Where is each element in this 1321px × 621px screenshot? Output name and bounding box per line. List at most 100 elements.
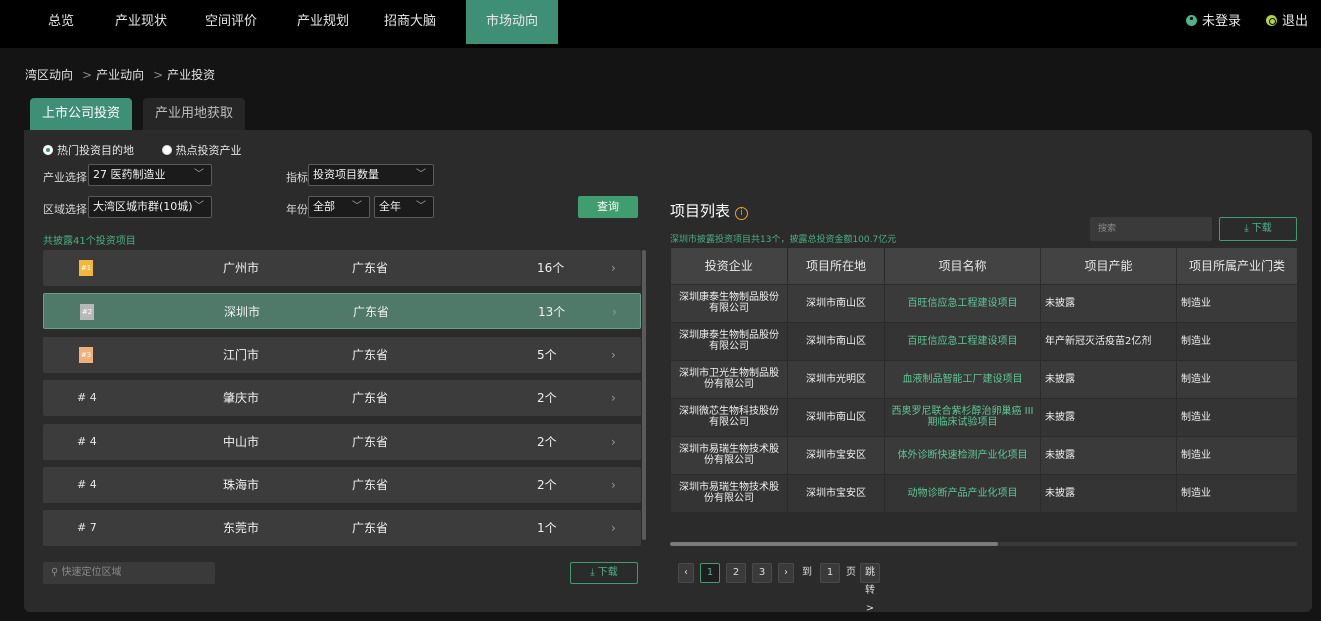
login-link[interactable]: 未登录	[1186, 0, 1241, 44]
page-button[interactable]: 3	[752, 563, 772, 583]
ranking-province: 广东省	[352, 435, 389, 449]
nav-item-investment-brain[interactable]: 招商大脑	[374, 0, 446, 44]
ranking-count: 16个	[537, 261, 565, 275]
ranking-row[interactable]: # 7 东莞市 广东省 1个 ›	[43, 510, 641, 546]
radio-unchecked-icon	[161, 145, 172, 155]
metric-select[interactable]: 投资项目数量 ﹀	[308, 164, 434, 186]
project-table: 投资企业 项目所在地 项目名称 项目产能 项目所属产业门类 深圳康泰生物制品股份…	[670, 248, 1298, 513]
ranking-city: 珠海市	[223, 478, 260, 492]
ranking-count: 5个	[537, 348, 557, 362]
ranking-province: 广东省	[352, 348, 389, 362]
prev-page-button[interactable]: ‹	[678, 563, 694, 583]
table-horizontal-scrollbar[interactable]	[670, 542, 1297, 546]
page-button[interactable]: 2	[726, 563, 746, 583]
ranking-city: 肇庆市	[223, 391, 260, 405]
cell-capacity: 年产新冠灭活疫苗2亿剂	[1040, 321, 1177, 361]
rank-medal-icon: #1	[79, 260, 93, 276]
project-summary-note: 深圳市披露投资项目共13个，披露总投资金额100.7亿元	[670, 235, 897, 245]
cell-project-link[interactable]: 西奥罗尼联合紫杉醇治卵巢癌 III 期临床试验项目	[884, 397, 1041, 437]
nav-item-market-trends[interactable]: 市场动向	[466, 0, 558, 44]
cell-capacity: 未披露	[1040, 359, 1177, 399]
cell-company: 深圳市卫光生物制品股份有限公司	[670, 359, 788, 399]
cell-project-link[interactable]: 体外诊断快速检测产业化项目	[884, 435, 1041, 475]
chevron-down-icon: ﹀	[194, 201, 204, 212]
chevron-right-icon: ›	[611, 478, 616, 492]
ranking-city: 广州市	[223, 261, 260, 275]
industry-label: 产业选择	[43, 171, 87, 184]
cell-project-link[interactable]: 百旺信应急工程建设项目	[884, 321, 1041, 361]
radio-hot-industries[interactable]: 热点投资产业	[161, 144, 242, 157]
year-select[interactable]: 全部 ﹀	[308, 196, 370, 218]
project-search-input[interactable]: 搜索	[1090, 217, 1212, 241]
region-select[interactable]: 大湾区城市群(10城) ﹀	[88, 196, 212, 218]
breadcrumb-item[interactable]: 产业动向	[96, 68, 144, 82]
ranking-row[interactable]: #3 江门市 广东省 5个 ›	[43, 337, 641, 373]
cell-location: 深圳市南山区	[787, 397, 885, 437]
cell-company: 深圳市易瑞生物技术股份有限公司	[670, 435, 788, 475]
period-select[interactable]: 全年 ﹀	[374, 196, 434, 218]
goto-page-input[interactable]: 1	[820, 563, 840, 583]
region-search-input[interactable]: ⚲ 快速定位区域	[43, 562, 215, 584]
info-icon[interactable]: i	[735, 207, 749, 220]
next-page-button[interactable]: ›	[778, 563, 794, 583]
period-select-value: 全年	[379, 200, 401, 213]
region-label: 区域选择	[43, 203, 87, 216]
nav-item-industry-status[interactable]: 产业现状	[106, 0, 176, 44]
cell-project-link[interactable]: 百旺信应急工程建设项目	[884, 283, 1041, 323]
ranking-province: 广东省	[352, 261, 389, 275]
scrollbar-thumb[interactable]	[670, 542, 998, 546]
chevron-down-icon: ﹀	[194, 169, 204, 180]
column-header[interactable]: 项目产能	[1040, 248, 1177, 284]
region-select-value: 大湾区城市群(10城)	[93, 200, 193, 213]
page-button[interactable]: 1	[700, 563, 720, 583]
ranking-row[interactable]: #1 广州市 广东省 16个 ›	[43, 250, 641, 286]
chevron-right-icon: ›	[611, 435, 616, 449]
project-download-button[interactable]: ⤓ 下载	[1219, 217, 1297, 241]
ranking-city: 江门市	[223, 348, 260, 362]
cell-company: 深圳康泰生物制品股份有限公司	[670, 321, 788, 361]
chevron-down-icon: ﹀	[416, 201, 426, 212]
radio-label: 热点投资产业	[175, 144, 242, 157]
tab-industrial-land[interactable]: 产业用地获取	[143, 98, 246, 130]
ranking-row[interactable]: # 4 中山市 广东省 2个 ›	[43, 424, 641, 460]
search-icon: ⚲	[51, 567, 62, 578]
ranking-download-button[interactable]: ⤓ 下载	[570, 562, 638, 584]
total-projects-note: 共披露41个投资项目	[43, 236, 136, 247]
breadcrumb-item[interactable]: 湾区动向	[25, 68, 73, 82]
chevron-down-icon: ﹀	[416, 169, 426, 180]
radio-hot-destinations[interactable]: 热门投资目的地	[43, 144, 134, 157]
ranking-count: 2个	[537, 478, 557, 492]
table-row: 深圳康泰生物制品股份有限公司 深圳市南山区 百旺信应急工程建设项目 年产新冠灭活…	[670, 321, 1298, 361]
cell-capacity: 未披露	[1040, 283, 1177, 323]
table-row: 深圳微芯生物科技股份有限公司 深圳市南山区 西奥罗尼联合紫杉醇治卵巢癌 III …	[670, 397, 1298, 437]
cell-project-link[interactable]: 血液制品智能工厂建设项目	[884, 359, 1041, 399]
ranking-scrollbar[interactable]	[642, 250, 646, 540]
cell-project-link[interactable]: 动物诊断产品产业化项目	[884, 473, 1041, 513]
jump-button[interactable]: 跳转 >	[860, 563, 880, 614]
radio-label: 热门投资目的地	[57, 144, 134, 157]
ranking-province: 广东省	[353, 305, 390, 319]
nav-item-spatial-eval[interactable]: 空间评价	[196, 0, 266, 44]
industry-select[interactable]: 27 医药制造业 ﹀	[88, 164, 212, 186]
cell-capacity: 未披露	[1040, 435, 1177, 475]
power-icon	[1266, 15, 1277, 26]
cell-category: 制造业	[1176, 397, 1298, 437]
breadcrumb: 湾区动向 > 产业动向 > 产业投资	[25, 66, 219, 83]
chevron-down-icon: ﹀	[352, 201, 362, 212]
logout-link[interactable]: 退出	[1266, 0, 1308, 44]
column-header[interactable]: 项目名称	[884, 248, 1041, 284]
project-list-title-text: 项目列表	[670, 202, 731, 220]
column-header[interactable]: 投资企业	[670, 248, 788, 284]
ranking-row[interactable]: #2 深圳市 广东省 13个 ›	[43, 293, 641, 329]
tab-listed-company-investment[interactable]: 上市公司投资	[30, 98, 133, 130]
nav-item-overview[interactable]: 总览	[32, 0, 90, 44]
query-button[interactable]: 查询	[578, 196, 638, 218]
column-header[interactable]: 项目所属产业门类	[1176, 248, 1298, 284]
nav-item-industry-plan[interactable]: 产业规划	[288, 0, 358, 44]
cell-company: 深圳市易瑞生物技术股份有限公司	[670, 473, 788, 513]
ranking-row[interactable]: # 4 珠海市 广东省 2个 ›	[43, 467, 641, 503]
cell-category: 制造业	[1176, 435, 1298, 475]
ranking-row[interactable]: # 4 肇庆市 广东省 2个 ›	[43, 380, 641, 416]
chevron-right-icon: ›	[611, 348, 616, 362]
column-header[interactable]: 项目所在地	[787, 248, 885, 284]
